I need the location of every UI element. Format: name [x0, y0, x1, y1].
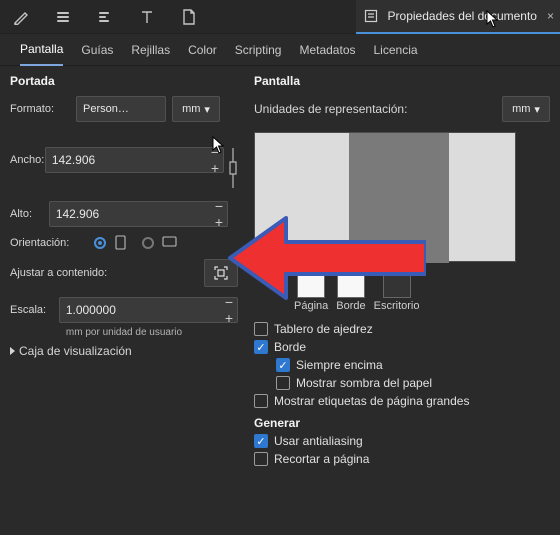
format-combo[interactable]: Person…	[76, 96, 166, 122]
page-unit-value: mm	[182, 103, 200, 115]
height-field[interactable]	[56, 207, 211, 221]
check-label-always-top: Siempre encima	[296, 358, 383, 372]
format-label: Formato:	[10, 103, 70, 115]
check-row-chess[interactable]: Tablero de ajedrez	[254, 322, 550, 336]
section-title-generar: Generar	[254, 416, 550, 430]
chevron-down-icon: ▾	[534, 103, 540, 116]
checkbox-chess[interactable]	[254, 322, 268, 336]
width-field[interactable]	[52, 153, 207, 167]
section-title-pantalla-r: Pantalla	[254, 74, 550, 88]
display-box-label: Caja de visualización	[19, 344, 132, 358]
check-row-paper-shadow[interactable]: Mostrar sombra del papel	[254, 376, 550, 390]
display-unit-row: Unidades de representación: mm ▾	[254, 96, 550, 122]
top-icon-strip: Propiedades del documento ×	[0, 0, 560, 34]
scale-unit-note: mm por unidad de usuario	[10, 327, 238, 338]
height-input[interactable]: −+	[49, 201, 228, 227]
checkbox-clip[interactable]	[254, 452, 268, 466]
swatch-desktop-label: Escritorio	[374, 300, 420, 312]
check-row-big-labels[interactable]: Mostrar etiquetas de página grandes	[254, 394, 550, 408]
check-label-clip: Recortar a página	[274, 452, 369, 466]
check-label-antialias: Usar antialiasing	[274, 434, 363, 448]
orientation-label: Orientación:	[10, 237, 94, 249]
width-input[interactable]: −+	[45, 147, 224, 173]
preview-swatch-row: Página Borde Escritorio	[254, 262, 550, 316]
fit-to-content-button[interactable]	[204, 259, 238, 287]
section-title-portada: Portada	[10, 74, 238, 88]
tool-stack-icon[interactable]	[42, 0, 84, 34]
left-column: Portada Formato: Person… mm ▾ Ancho: −+	[10, 72, 238, 470]
check-label-big-labels: Mostrar etiquetas de página grandes	[274, 394, 469, 408]
display-unit-combo[interactable]: mm ▾	[502, 96, 550, 122]
tool-page-icon[interactable]	[168, 0, 210, 34]
swatch-border-label: Borde	[336, 300, 365, 312]
orientation-landscape-radio[interactable]	[142, 237, 154, 249]
swatch-border	[337, 270, 365, 298]
height-label: Alto:	[10, 208, 49, 220]
canvas-preview-doc	[349, 133, 449, 263]
panel-tab-document-properties[interactable]: Propiedades del documento ×	[356, 0, 560, 34]
checkbox-big-labels[interactable]	[254, 394, 268, 408]
display-unit-value: mm	[512, 103, 530, 115]
check-label-border: Borde	[274, 340, 306, 354]
sub-tab-metadatos[interactable]: Metadatos	[299, 34, 355, 66]
sub-tab-scripting[interactable]: Scripting	[235, 34, 282, 66]
preview-swatch-page[interactable]: Página	[294, 270, 328, 312]
scale-label: Escala:	[10, 304, 59, 316]
portrait-icon	[114, 235, 130, 251]
height-spinner[interactable]: −+	[215, 198, 221, 230]
display-box-disclosure[interactable]: Caja de visualización	[10, 344, 238, 358]
format-value: Person…	[83, 103, 129, 115]
generate-checklist: ✓ Usar antialiasing Recortar a página	[254, 434, 550, 466]
swatch-page-label: Página	[294, 300, 328, 312]
sub-tab-guias[interactable]: Guías	[81, 34, 113, 66]
check-row-clip[interactable]: Recortar a página	[254, 452, 550, 466]
preview-swatch-desktop[interactable]: Escritorio	[374, 270, 420, 312]
check-label-paper-shadow: Mostrar sombra del papel	[296, 376, 432, 390]
link-dimensions-icon[interactable]	[228, 128, 238, 191]
sub-tab-licencia[interactable]: Licencia	[374, 34, 418, 66]
checkbox-paper-shadow[interactable]	[276, 376, 290, 390]
swatch-desktop	[383, 270, 411, 298]
tool-text-icon[interactable]	[126, 0, 168, 34]
sub-tab-pantalla[interactable]: Pantalla	[20, 34, 63, 66]
panel-tab-label: Propiedades del documento	[388, 9, 537, 23]
sub-tab-color[interactable]: Color	[188, 34, 217, 66]
width-row: Ancho: −+	[10, 128, 238, 191]
tool-pencil-edit-icon[interactable]	[0, 0, 42, 34]
sub-tab-bar: Pantalla Guías Rejillas Color Scripting …	[0, 34, 560, 66]
display-checklist: Tablero de ajedrez ✓ Borde ✓ Siempre enc…	[254, 322, 550, 408]
right-column: Pantalla Unidades de representación: mm …	[254, 72, 550, 470]
check-row-border[interactable]: ✓ Borde	[254, 340, 550, 354]
scale-field[interactable]	[66, 303, 221, 317]
checkbox-always-top[interactable]: ✓	[276, 358, 290, 372]
fit-content-row: Ajustar a contenido:	[10, 259, 238, 287]
swatch-page	[297, 270, 325, 298]
orientation-row: Orientación:	[10, 235, 238, 251]
canvas-preview	[254, 132, 516, 262]
check-label-chess: Tablero de ajedrez	[274, 322, 373, 336]
preview-swatch-border[interactable]: Borde	[336, 270, 365, 312]
width-spinner[interactable]: −+	[211, 144, 217, 176]
landscape-icon	[162, 235, 178, 251]
format-row: Formato: Person… mm ▾	[10, 96, 238, 122]
checkbox-antialias[interactable]: ✓	[254, 434, 268, 448]
scale-input[interactable]: −+	[59, 297, 238, 323]
height-row: Alto: −+ x	[10, 201, 238, 227]
chevron-down-icon: ▾	[204, 103, 210, 116]
disclosure-triangle-icon	[10, 347, 15, 355]
check-row-always-top[interactable]: ✓ Siempre encima	[254, 358, 550, 372]
close-icon[interactable]: ×	[547, 9, 554, 23]
check-row-antialias[interactable]: ✓ Usar antialiasing	[254, 434, 550, 448]
scale-spinner[interactable]: −+	[225, 294, 231, 326]
width-label: Ancho:	[10, 154, 45, 166]
sub-tab-rejillas[interactable]: Rejillas	[131, 34, 170, 66]
fit-content-label: Ajustar a contenido:	[10, 267, 204, 279]
orientation-portrait-radio[interactable]	[94, 237, 106, 249]
checkbox-border[interactable]: ✓	[254, 340, 268, 354]
page-unit-combo[interactable]: mm ▾	[172, 96, 220, 122]
tool-align-left-icon[interactable]	[84, 0, 126, 34]
display-unit-label: Unidades de representación:	[254, 102, 494, 116]
scale-row: Escala: −+	[10, 297, 238, 323]
